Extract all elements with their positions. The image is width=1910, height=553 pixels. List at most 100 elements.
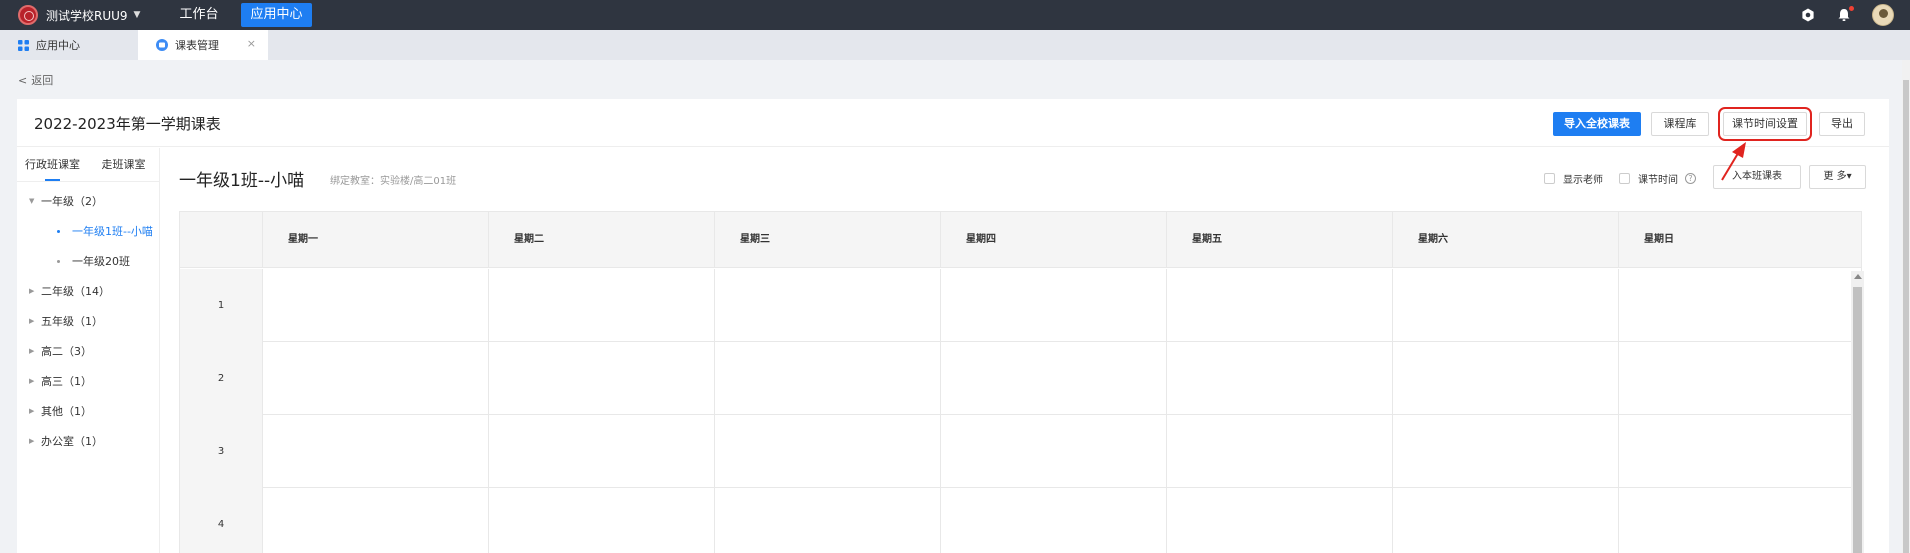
import-class-schedule-button[interactable]: 入本班课表 (1713, 165, 1801, 189)
schedule-row: 1 (180, 269, 1863, 342)
schedule-cell[interactable] (1166, 488, 1392, 553)
tree-node-grade5[interactable]: ▶ 五年级（1） (17, 306, 159, 336)
schedule-cell[interactable] (1392, 488, 1618, 553)
tree-node-other[interactable]: ▶ 其他（1） (17, 396, 159, 426)
import-all-schedule-button[interactable]: 导入全校课表 (1553, 112, 1641, 136)
school-name: 测试学校RUU9 (46, 8, 128, 23)
day-header: 星期六 (1392, 212, 1618, 268)
chevron-left-icon: < (18, 73, 28, 87)
period-number: 1 (180, 269, 262, 342)
schedule-cell[interactable] (940, 269, 1166, 342)
schedule-cell[interactable] (1166, 269, 1392, 342)
caret-down-icon: ▼ (133, 10, 141, 20)
scrollbar-thumb[interactable] (1853, 287, 1862, 553)
notification-dot (1849, 6, 1854, 11)
export-button[interactable]: 导出 (1819, 112, 1865, 136)
class-tree: ▼ 一年级（2） 一年级1班--小喵 一年级20班 ▶ 二年级（14） ▶ 五年级（1… (17, 182, 159, 456)
tab-label: 应用中心 (36, 39, 80, 52)
schedule-cell[interactable] (1618, 415, 1844, 488)
scroll-up-arrow-icon[interactable] (1854, 274, 1862, 279)
schedule-cell[interactable] (1166, 415, 1392, 488)
caret-right-icon: ▶ (29, 377, 35, 385)
schedule-cell[interactable] (1618, 488, 1844, 553)
tree-node-senior2[interactable]: ▶ 高二（3） (17, 336, 159, 366)
tree-node-grade2[interactable]: ▶ 二年级（14） (17, 276, 159, 306)
schedule-cell[interactable] (262, 269, 488, 342)
school-switcher[interactable]: 测试学校RUU9 ▼ (18, 5, 140, 25)
nav-workbench[interactable]: 工作台 (170, 3, 227, 27)
tab-app-center[interactable]: 应用中心 (0, 30, 132, 60)
caret-right-icon: ▶ (29, 287, 35, 295)
schedule-cell[interactable] (714, 415, 940, 488)
settings-icon[interactable] (1800, 7, 1816, 23)
grid-icon (18, 39, 29, 51)
schedule-header-row: 星期一 星期二 星期三 星期四 星期五 星期六 星期日 (180, 212, 1861, 268)
tab-schedule-management[interactable]: 课表管理 × (138, 30, 268, 60)
schedule-cell[interactable] (1392, 269, 1618, 342)
day-header: 星期二 (488, 212, 714, 268)
schedule-cell[interactable] (1618, 269, 1844, 342)
schedule-cell[interactable] (714, 269, 940, 342)
schedule-cell[interactable] (488, 488, 714, 553)
day-header: 星期五 (1166, 212, 1392, 268)
course-library-button[interactable]: 课程库 (1651, 112, 1709, 136)
schedule-cell[interactable] (940, 415, 1166, 488)
nav-app-center[interactable]: 应用中心 (241, 3, 312, 27)
page-scrollbar[interactable] (1902, 60, 1910, 553)
tree-node-grade1[interactable]: ▼ 一年级（2） (17, 186, 159, 216)
schedule-cell[interactable] (714, 488, 940, 553)
caret-right-icon: ▶ (29, 317, 35, 325)
caret-down-icon: ▼ (29, 197, 35, 205)
tree-node-office[interactable]: ▶ 办公室（1） (17, 426, 159, 456)
tab-bar: 应用中心 课表管理 × (0, 30, 1910, 60)
schedule-cell[interactable] (1618, 342, 1844, 415)
period-time-settings-button[interactable]: 课节时间设置 (1718, 107, 1812, 141)
schedule-row: 4 (180, 488, 1863, 553)
tree-node-class[interactable]: 一年级20班 (17, 246, 159, 276)
back-link[interactable]: < 返回 (18, 72, 53, 88)
day-header: 星期三 (714, 212, 940, 268)
schedule-cell[interactable] (262, 342, 488, 415)
schedule-cell[interactable] (940, 488, 1166, 553)
period-number: 4 (180, 488, 262, 553)
page-title: 2022-2023年第一学期课表 (34, 115, 221, 133)
checkbox[interactable] (1619, 173, 1630, 184)
panel-header: 2022-2023年第一学期课表 导入全校课表 课程库 课节时间设置 导出 (17, 99, 1889, 147)
day-header: 星期四 (940, 212, 1166, 268)
school-logo (18, 5, 38, 25)
schedule-row: 3 (180, 415, 1863, 488)
scrollbar-thumb[interactable] (1903, 80, 1909, 553)
checkbox[interactable] (1544, 173, 1555, 184)
schedule-cell[interactable] (1392, 342, 1618, 415)
tree-node-senior3[interactable]: ▶ 高三（1） (17, 366, 159, 396)
tab-mobile-class[interactable]: 走班课室 (88, 148, 159, 181)
schedule-cell[interactable] (488, 342, 714, 415)
back-label: 返回 (31, 74, 54, 87)
top-bar: 测试学校RUU9 ▼ 工作台 应用中心 (0, 0, 1910, 30)
bell-icon[interactable] (1836, 6, 1854, 23)
schedule-cell[interactable] (1166, 342, 1392, 415)
close-icon[interactable]: × (247, 37, 256, 50)
schedule-cell[interactable] (714, 342, 940, 415)
schedule-cell[interactable] (262, 488, 488, 553)
schedule-cell[interactable] (488, 269, 714, 342)
caret-right-icon: ▶ (29, 407, 35, 415)
show-teacher-checkbox[interactable]: 显示老师 (1544, 171, 1603, 186)
period-time-checkbox[interactable]: 课节时间 ? (1619, 171, 1696, 186)
schedule-cell[interactable] (488, 415, 714, 488)
day-header: 星期日 (1618, 212, 1863, 268)
caret-right-icon: ▶ (29, 347, 35, 355)
grid-scrollbar[interactable] (1851, 271, 1864, 553)
tab-admin-class[interactable]: 行政班课室 (17, 148, 88, 181)
schedule-cell[interactable] (1392, 415, 1618, 488)
tree-node-class[interactable]: 一年级1班--小喵 (17, 216, 159, 246)
bound-classroom: 绑定教室：实验楼/高二01班 (330, 176, 457, 187)
help-icon[interactable]: ? (1685, 173, 1696, 184)
schedule-cell[interactable] (940, 342, 1166, 415)
schedule-cell[interactable] (262, 415, 488, 488)
main-panel: 2022-2023年第一学期课表 导入全校课表 课程库 课节时间设置 导出 行政… (17, 99, 1889, 553)
schedule-icon (156, 39, 168, 51)
avatar[interactable] (1872, 4, 1894, 26)
more-button[interactable]: 更 多▾ (1809, 165, 1866, 189)
tab-label: 课表管理 (175, 39, 219, 52)
